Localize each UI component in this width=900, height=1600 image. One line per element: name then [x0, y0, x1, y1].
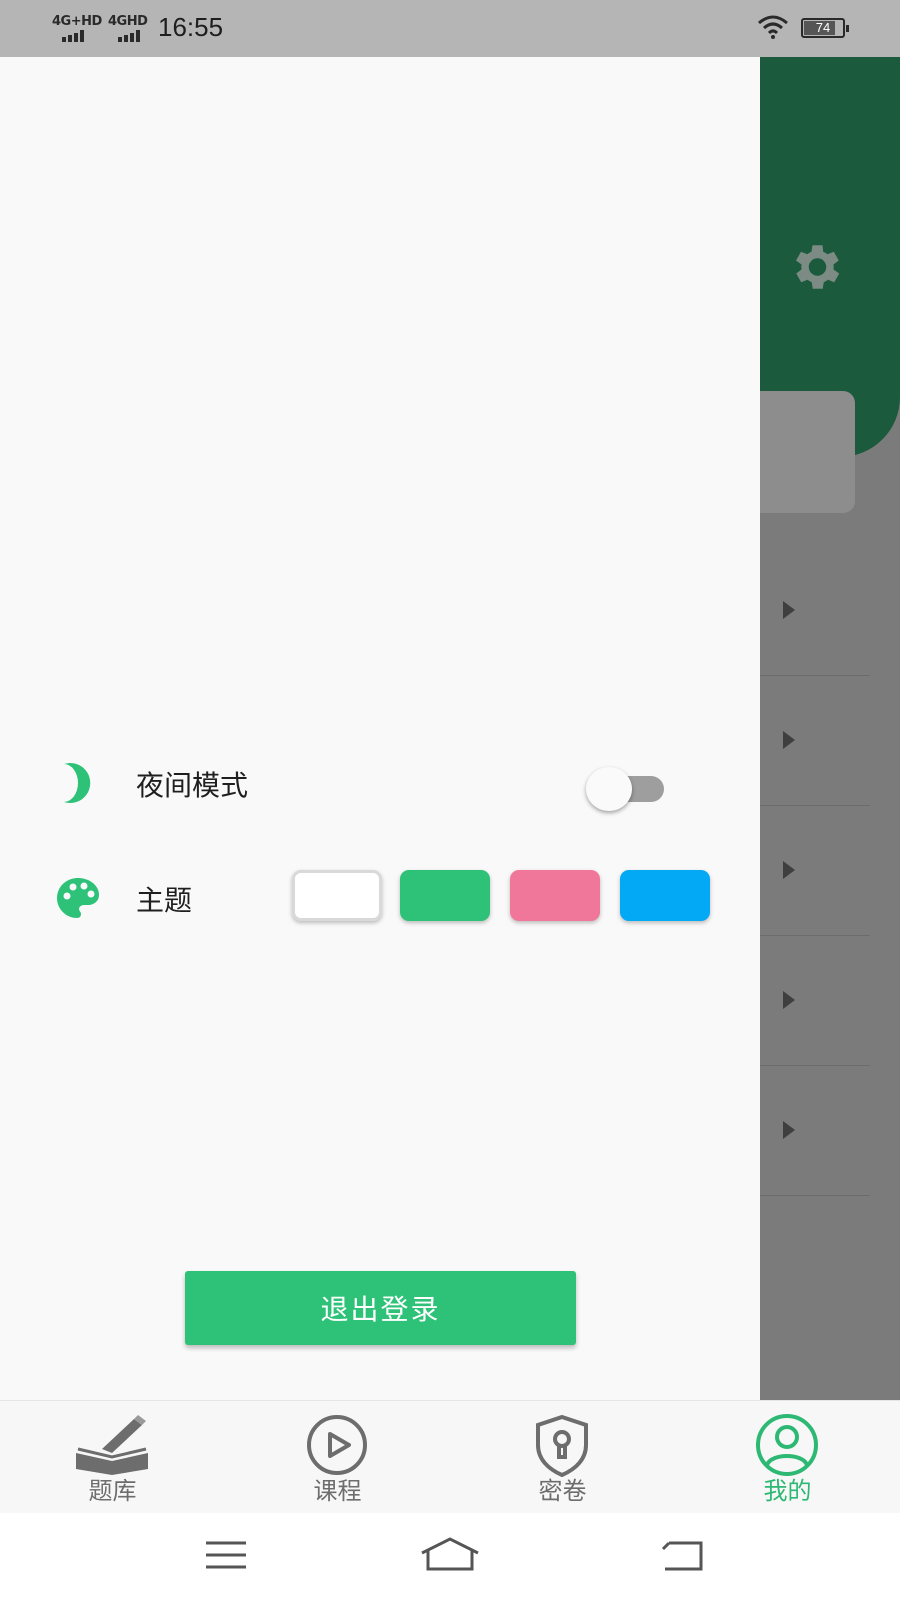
- theme-swatch-green[interactable]: [400, 870, 490, 921]
- theme-swatch-pink[interactable]: [510, 870, 600, 921]
- palette-icon: [57, 878, 99, 918]
- arrow-right-icon: [783, 861, 795, 879]
- tab-question-bank[interactable]: 题库: [0, 1401, 225, 1514]
- night-mode-toggle[interactable]: [586, 764, 678, 811]
- system-navigation-bar: [0, 1513, 900, 1600]
- shield-lock-icon: [536, 1414, 588, 1477]
- list-item: [760, 1066, 870, 1196]
- network-indicator-2: 4GHD: [108, 14, 148, 42]
- arrow-right-icon: [783, 1121, 795, 1139]
- wifi-icon: [758, 15, 788, 39]
- tab-label: 题库: [88, 1477, 137, 1505]
- network-indicator-1: 4G+HD: [52, 14, 102, 42]
- back-icon[interactable]: [655, 1533, 715, 1577]
- background-card: [760, 391, 855, 513]
- book-pen-icon: [76, 1415, 148, 1475]
- menu-icon[interactable]: [196, 1533, 256, 1577]
- tab-courses[interactable]: 课程: [225, 1401, 450, 1514]
- night-mode-row[interactable]: 夜间模式: [0, 752, 760, 812]
- bottom-tab-bar: 题库 课程 密卷 我的: [0, 1400, 900, 1513]
- gear-icon: [796, 245, 840, 289]
- network-type-label: 4G+HD: [52, 14, 102, 29]
- battery-icon: 74: [801, 18, 849, 38]
- arrow-right-icon: [783, 731, 795, 749]
- tab-mine[interactable]: 我的: [675, 1401, 900, 1514]
- arrow-right-icon: [783, 601, 795, 619]
- signal-icon: [62, 30, 84, 42]
- side-drawer: 夜间模式 主题 退出登录: [0, 57, 760, 1400]
- tab-label: 我的: [763, 1477, 812, 1505]
- status-bar: 4G+HD 4GHD 16:55 74: [0, 0, 900, 57]
- list-item: [760, 936, 870, 1066]
- battery-level: 74: [815, 20, 831, 35]
- moon-icon: [64, 763, 91, 803]
- night-mode-label: 夜间模式: [136, 769, 249, 802]
- home-icon[interactable]: [420, 1533, 480, 1577]
- list-item: [760, 806, 870, 936]
- tab-label: 密卷: [538, 1477, 587, 1505]
- user-circle-icon: [756, 1414, 818, 1476]
- theme-row: 主题: [0, 867, 760, 927]
- play-circle-icon: [307, 1415, 367, 1475]
- list-item: [760, 676, 870, 806]
- tab-secret-papers[interactable]: 密卷: [450, 1401, 675, 1514]
- toggle-knob: [586, 767, 632, 811]
- theme-swatch-blue[interactable]: [620, 870, 710, 921]
- list-item: [760, 546, 870, 676]
- signal-icon: [118, 30, 140, 42]
- clock: 16:55: [158, 12, 224, 42]
- tab-label: 课程: [313, 1477, 362, 1505]
- theme-label: 主题: [136, 884, 193, 917]
- theme-swatch-white[interactable]: [292, 870, 382, 921]
- arrow-right-icon: [783, 991, 795, 1009]
- logout-button[interactable]: 退出登录: [185, 1271, 576, 1345]
- network-type-label: 4GHD: [108, 14, 148, 29]
- background-page-overlay[interactable]: [760, 57, 900, 1400]
